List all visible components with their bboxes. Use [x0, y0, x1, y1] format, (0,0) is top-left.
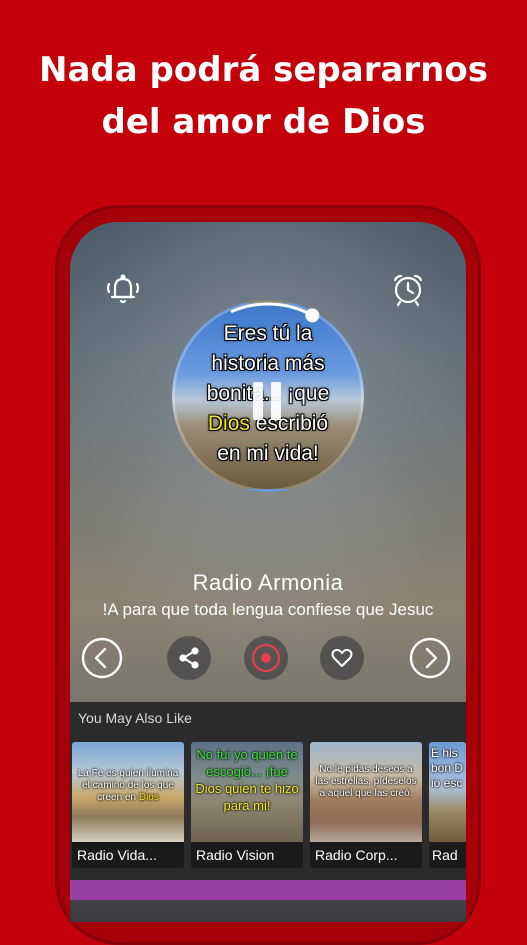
chevron-left-icon[interactable]	[80, 636, 124, 680]
station-card-thumbnail: E his bon Dio esc	[429, 742, 466, 842]
station-card-thumbnail: No le pidas deseos a las estrellas, píde…	[310, 742, 422, 842]
chevron-right-icon[interactable]	[408, 636, 452, 680]
share-icon[interactable]	[167, 636, 211, 680]
station-card-label: Radio Corp...	[310, 842, 422, 868]
station-card[interactable]: La Fe es quien ilumina el camino de los …	[72, 742, 184, 868]
bottom-bar	[70, 880, 466, 900]
bell-icon[interactable]	[100, 266, 146, 312]
station-card-label: Rad	[429, 842, 466, 868]
record-icon[interactable]	[244, 636, 288, 680]
playback-controls	[70, 632, 466, 682]
station-card[interactable]: E his bon Dio esc Rad	[429, 742, 466, 868]
station-name: Radio Armonia	[192, 570, 344, 595]
progress-knob[interactable]	[305, 308, 320, 323]
station-card[interactable]: No fui yo quien te escogió... ¡fue Dios …	[191, 742, 303, 868]
pause-icon[interactable]	[249, 382, 285, 422]
station-card-label: Radio Vida...	[72, 842, 184, 868]
station-card[interactable]: No le pidas deseos a las estrellas, píde…	[310, 742, 422, 868]
heart-icon[interactable]	[320, 636, 364, 680]
station-card-label: Radio Vision	[191, 842, 303, 868]
headline-line-1: Nada podrá separarnos	[39, 50, 488, 90]
station-card-thumbnail: La Fe es quien ilumina el camino de los …	[72, 742, 184, 842]
promo-headline: Nada podrá separarnos del amor de Dios	[0, 44, 527, 148]
station-card-thumbnail: No fui yo quien te escogió... ¡fue Dios …	[191, 742, 303, 842]
recommendations-title: You May Also Like	[78, 710, 192, 726]
headline-line-2: del amor de Dios	[101, 102, 426, 142]
now-playing-text: !A para que toda lengua confiese que Jes…	[102, 600, 434, 619]
alarm-clock-icon[interactable]	[385, 266, 431, 312]
